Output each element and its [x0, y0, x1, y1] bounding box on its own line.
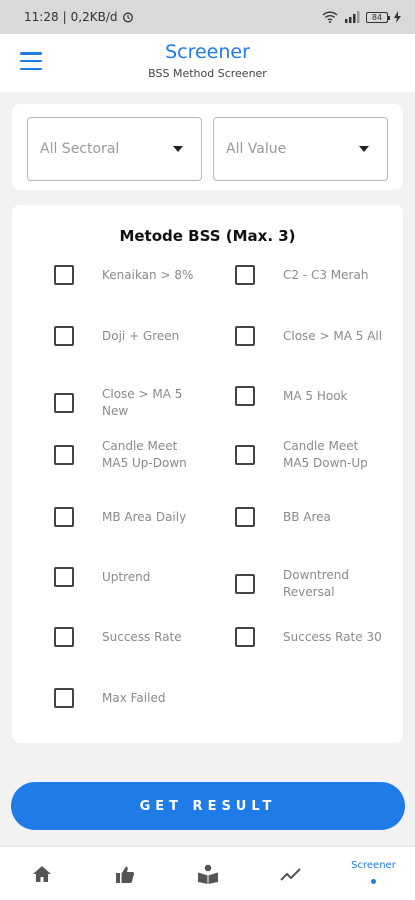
option-label: MB Area Daily: [102, 509, 187, 524]
option-close-ma5-all[interactable]: Close > MA 5 All: [235, 326, 405, 346]
battery-icon: 84: [366, 11, 390, 23]
checkbox[interactable]: [54, 688, 74, 708]
page-subtitle: BSS Method Screener: [148, 67, 267, 80]
method-title: Metode BSS (Max. 3): [119, 227, 296, 245]
checkbox[interactable]: [235, 386, 255, 406]
checkbox[interactable]: [235, 445, 255, 465]
option-label: Kenaikan > 8%: [102, 267, 194, 282]
value-dropdown-value: All Value: [226, 141, 287, 157]
nav-home[interactable]: [0, 847, 83, 900]
option-ma5-hook[interactable]: MA 5 Hook: [235, 386, 405, 406]
checkbox[interactable]: [54, 326, 74, 346]
nav-screener-label: Screener: [351, 860, 396, 871]
option-label: Downtrend Reversal: [283, 568, 349, 599]
option-candle-meet-ma5-up-down[interactable]: Candle Meet MA5 Up-Down: [54, 438, 224, 472]
option-kenaikan[interactable]: Kenaikan > 8%: [54, 265, 224, 285]
option-c2-c3-merah[interactable]: C2 - C3 Merah: [235, 265, 405, 285]
alarm-icon: [122, 12, 133, 23]
get-result-button[interactable]: GET RESULT: [11, 782, 405, 830]
signal-icon: [345, 11, 360, 23]
checkbox[interactable]: [54, 567, 74, 587]
checkbox[interactable]: [54, 627, 74, 647]
active-indicator: [371, 879, 376, 884]
option-max-failed[interactable]: Max Failed: [54, 688, 224, 708]
checkbox[interactable]: [235, 627, 255, 647]
status-right: 84: [322, 11, 401, 23]
sectoral-dropdown-value: All Sectoral: [40, 141, 120, 157]
status-left: 11:28 | 0,2KB/d: [24, 10, 134, 24]
option-label: Success Rate 30: [283, 629, 382, 644]
option-label: MA 5 Hook: [283, 388, 348, 403]
option-label: Success Rate: [102, 629, 182, 644]
checkbox[interactable]: [235, 265, 255, 285]
option-label: Close > MA 5 All: [283, 328, 383, 343]
option-downtrend-reversal[interactable]: Downtrend Reversal: [235, 567, 405, 601]
sectoral-dropdown[interactable]: All Sectoral: [27, 117, 202, 181]
bottom-nav: Screener: [0, 846, 415, 900]
app-header: Screener BSS Method Screener: [0, 34, 415, 92]
method-card: Metode BSS (Max. 3) Kenaikan > 8% C2 - C…: [12, 205, 403, 743]
option-mb-area-daily[interactable]: MB Area Daily: [54, 507, 224, 527]
checkbox[interactable]: [54, 445, 74, 465]
value-dropdown[interactable]: All Value: [213, 117, 388, 181]
filter-card: All Sectoral All Value: [12, 104, 403, 190]
option-success-rate-30[interactable]: Success Rate 30: [235, 627, 405, 647]
checkbox[interactable]: [235, 574, 255, 594]
nav-learn[interactable]: [166, 847, 249, 900]
thumbs-up-icon: [115, 866, 134, 883]
nav-screener[interactable]: Screener: [332, 847, 415, 900]
charging-icon: [394, 11, 401, 23]
book-reader-icon: [197, 864, 218, 884]
option-success-rate[interactable]: Success Rate: [54, 627, 224, 647]
checkbox[interactable]: [235, 326, 255, 346]
status-bar: 11:28 | 0,2KB/d 84: [0, 0, 415, 34]
option-label: Uptrend: [102, 569, 151, 584]
status-separator: |: [62, 10, 67, 24]
option-uptrend[interactable]: Uptrend: [54, 567, 224, 587]
option-label: Max Failed: [102, 690, 166, 705]
checkbox[interactable]: [54, 507, 74, 527]
option-close-ma5-new[interactable]: Close > MA 5 New: [54, 386, 224, 420]
nav-recommendation[interactable]: [83, 847, 166, 900]
option-candle-meet-ma5-down-up[interactable]: Candle Meet MA5 Down-Up: [235, 438, 405, 472]
option-label: BB Area: [283, 509, 331, 524]
caret-down-icon: [173, 146, 183, 152]
trend-line-icon: [279, 868, 301, 881]
status-time: 11:28: [24, 10, 59, 24]
checkbox[interactable]: [235, 507, 255, 527]
option-label: C2 - C3 Merah: [283, 267, 369, 282]
status-network-speed: 0,2KB/d: [70, 10, 118, 24]
checkbox[interactable]: [54, 265, 74, 285]
checkbox[interactable]: [54, 393, 74, 413]
option-bb-area[interactable]: BB Area: [235, 507, 405, 527]
option-doji-green[interactable]: Doji + Green: [54, 326, 224, 346]
battery-level: 84: [371, 12, 383, 22]
wifi-icon: [322, 11, 338, 23]
page-title: Screener: [165, 41, 250, 63]
option-label: Candle Meet MA5 Down-Up: [283, 439, 368, 470]
option-label: Doji + Green: [102, 328, 180, 343]
option-label: Close > MA 5 New: [102, 387, 183, 418]
nav-analytics[interactable]: [249, 847, 332, 900]
caret-down-icon: [359, 146, 369, 152]
home-icon: [32, 866, 51, 882]
option-label: Candle Meet MA5 Up-Down: [102, 439, 187, 470]
